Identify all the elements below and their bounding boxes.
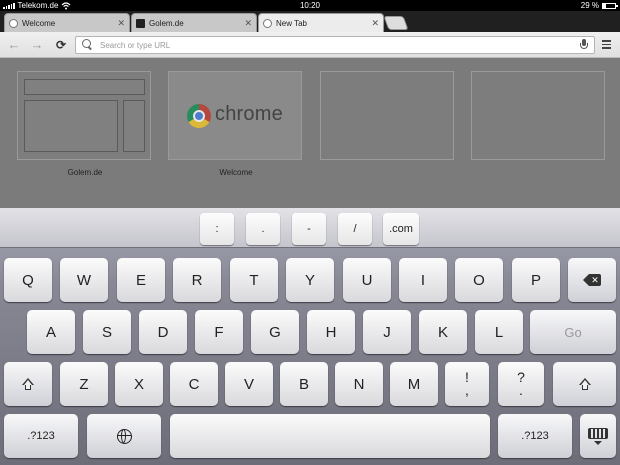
key-z[interactable]: Z — [60, 362, 108, 406]
reload-icon[interactable]: ⟳ — [53, 37, 69, 53]
key-t[interactable]: T — [230, 258, 278, 302]
key-a[interactable]: A — [27, 310, 75, 354]
key-w[interactable]: W — [60, 258, 108, 302]
key-d[interactable]: D — [139, 310, 187, 354]
key-b[interactable]: B — [280, 362, 328, 406]
forward-arrow-icon[interactable]: → — [29, 37, 45, 53]
key-q[interactable]: Q — [4, 258, 52, 302]
chrome-wordmark: chrome — [215, 103, 283, 125]
status-bar: Telekom.de 10:20 29 % — [0, 0, 620, 11]
key-f[interactable]: F — [195, 310, 243, 354]
numbers-key-left[interactable]: .?123 — [4, 414, 78, 458]
most-visited-tile-empty — [320, 71, 454, 160]
omnibox[interactable] — [75, 36, 595, 54]
onscreen-keyboard: : . - / .com Q W E R T Y U I O P ✕ A S D… — [0, 208, 620, 465]
key-g[interactable]: G — [251, 310, 299, 354]
omnibox-input[interactable] — [100, 40, 579, 50]
key-colon[interactable]: : — [200, 213, 234, 245]
key-v[interactable]: V — [225, 362, 273, 406]
new-tab-page: Golem.de chrome Welcome — [0, 58, 620, 208]
backspace-icon: ✕ — [583, 274, 601, 286]
search-icon — [82, 39, 94, 51]
key-r[interactable]: R — [173, 258, 221, 302]
tab-new-tab[interactable]: New Tab ✕ — [258, 13, 384, 32]
space-bar[interactable] — [170, 414, 490, 458]
microphone-icon[interactable] — [579, 39, 589, 51]
tab-title: Welcome — [22, 18, 56, 28]
key-o[interactable]: O — [455, 258, 503, 302]
key-j[interactable]: J — [363, 310, 411, 354]
key-c[interactable]: C — [170, 362, 218, 406]
key-m[interactable]: M — [390, 362, 438, 406]
shift-icon — [578, 377, 592, 391]
key-u[interactable]: U — [343, 258, 391, 302]
shift-icon — [21, 377, 35, 391]
backspace-key[interactable]: ✕ — [568, 258, 616, 302]
tab-title: Golem.de — [149, 18, 184, 28]
close-tab-icon[interactable]: ✕ — [371, 18, 379, 29]
key-bottom-char: . — [519, 382, 523, 398]
page-preview-main — [24, 100, 118, 152]
go-key[interactable]: Go — [530, 310, 616, 354]
close-tab-icon[interactable]: ✕ — [117, 18, 125, 29]
tab-welcome[interactable]: Welcome ✕ — [4, 13, 130, 32]
numbers-key-right[interactable]: .?123 — [498, 414, 572, 458]
menu-icon[interactable] — [602, 40, 611, 49]
tile-label: Welcome — [219, 168, 253, 177]
globe-icon — [263, 18, 272, 28]
key-hyphen[interactable]: - — [292, 213, 326, 245]
tile-label: Golem.de — [67, 168, 103, 177]
golem-favicon-icon — [136, 18, 145, 28]
new-tab-button[interactable] — [383, 16, 409, 30]
key-y[interactable]: Y — [286, 258, 334, 302]
tab-title: New Tab — [276, 18, 307, 28]
page-preview-sidebar — [123, 100, 145, 152]
key-x[interactable]: X — [115, 362, 163, 406]
key-bottom-char: , — [465, 382, 469, 398]
hide-keyboard-icon — [588, 427, 608, 445]
key-s[interactable]: S — [83, 310, 131, 354]
most-visited-tile-welcome[interactable]: chrome Welcome — [168, 71, 302, 177]
globe-icon — [9, 18, 18, 28]
key-e[interactable]: E — [117, 258, 165, 302]
keyboard-accessory-bar: : . - / .com — [0, 208, 620, 248]
shift-key-right[interactable] — [553, 362, 616, 406]
key-i[interactable]: I — [399, 258, 447, 302]
tab-golem[interactable]: Golem.de ✕ — [131, 13, 257, 32]
chrome-logo-icon — [187, 104, 211, 128]
tab-strip: Welcome ✕ Golem.de ✕ New Tab ✕ — [0, 11, 620, 32]
key-period[interactable]: . — [246, 213, 280, 245]
key-l[interactable]: L — [475, 310, 523, 354]
globe-icon — [116, 428, 132, 444]
most-visited-tile-golem[interactable]: Golem.de — [17, 71, 151, 177]
toolbar: ← → ⟳ — [0, 32, 620, 58]
shift-key-left[interactable] — [4, 362, 52, 406]
key-dotcom[interactable]: .com — [383, 213, 419, 245]
status-bar-right: 29 % — [580, 0, 618, 11]
key-exclamation-comma[interactable]: ! , — [445, 362, 489, 406]
hide-keyboard-key[interactable] — [580, 414, 616, 458]
key-k[interactable]: K — [419, 310, 467, 354]
battery-percent: 29 % — [580, 1, 599, 10]
close-tab-icon[interactable]: ✕ — [244, 18, 252, 29]
key-question-period[interactable]: ? . — [498, 362, 544, 406]
clock: 10:20 — [299, 1, 321, 10]
key-slash[interactable]: / — [338, 213, 372, 245]
globe-key[interactable] — [87, 414, 161, 458]
page-preview-header — [24, 79, 145, 95]
back-arrow-icon[interactable]: ← — [6, 37, 22, 53]
key-h[interactable]: H — [307, 310, 355, 354]
battery-icon — [602, 2, 618, 9]
most-visited-tile-empty — [471, 71, 605, 160]
key-p[interactable]: P — [512, 258, 560, 302]
key-n[interactable]: N — [335, 362, 383, 406]
